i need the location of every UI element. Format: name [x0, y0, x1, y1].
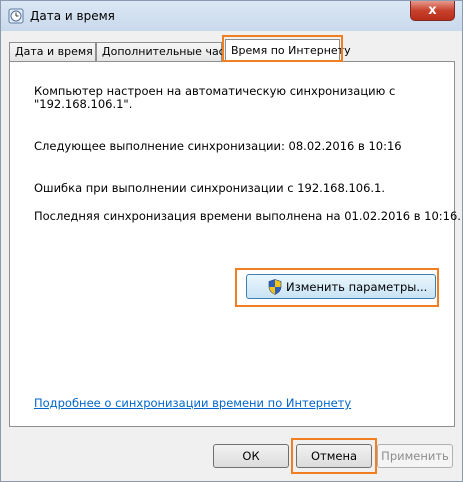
error-text: Ошибка при выполнении синхронизации с 19…	[34, 181, 386, 195]
internet-time-panel: Компьютер настроен на автоматическую син…	[9, 61, 461, 427]
tab-strip: Дата и время Дополнительные часы Время п…	[9, 39, 455, 62]
tab-additional-clocks[interactable]: Дополнительные часы	[96, 42, 233, 62]
ok-button[interactable]: ОК	[213, 444, 289, 468]
date-time-dialog: Дата и время x Дата и время Дополнительн…	[0, 0, 463, 482]
next-sync-text: Следующее выполнение синхронизации: 08.0…	[34, 139, 402, 153]
change-settings-button[interactable]: Изменить параметры...	[246, 274, 436, 299]
cancel-button[interactable]: Отмена	[296, 444, 372, 468]
close-button[interactable]: x	[410, 1, 455, 21]
configured-text-line2: "192.168.106.1".	[34, 97, 133, 111]
last-sync-text: Последняя синхронизация времени выполнен…	[34, 209, 461, 223]
tab-date-time[interactable]: Дата и время	[9, 42, 96, 62]
internet-time-help-link[interactable]: Подробнее о синхронизации времени по Инт…	[34, 396, 351, 410]
tab-internet-time[interactable]: Время по Интернету	[225, 39, 351, 62]
apply-button[interactable]: Применить	[377, 444, 453, 468]
title-bar: Дата и время x	[1, 1, 462, 31]
window-title: Дата и время	[30, 9, 115, 23]
change-settings-label: Изменить параметры...	[286, 280, 428, 294]
uac-shield-icon	[268, 279, 282, 295]
clock-icon	[8, 8, 24, 24]
configured-text-line1: Компьютер настроен на автоматическую син…	[34, 84, 396, 98]
